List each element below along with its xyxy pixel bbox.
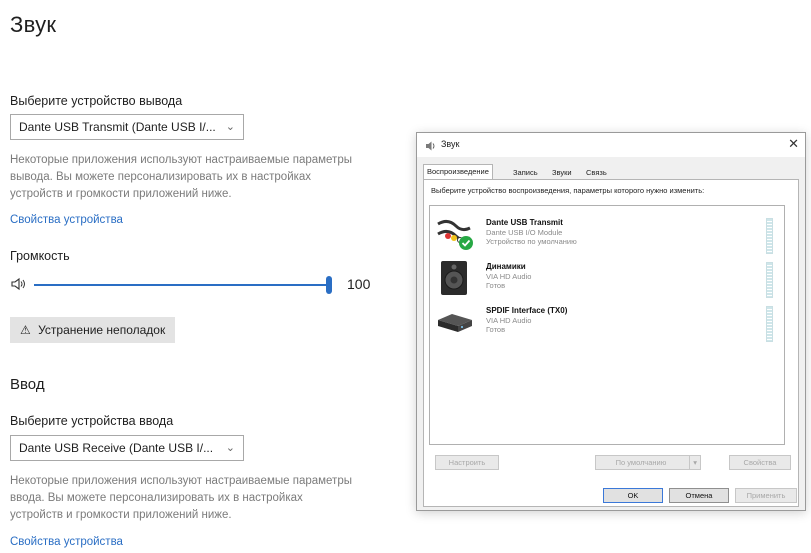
set-default-button-label: По умолчанию <box>615 458 667 467</box>
output-device-properties-link[interactable]: Свойства устройства <box>10 214 123 226</box>
chevron-down-icon: ⌄ <box>225 442 235 454</box>
input-section-title: Ввод <box>10 376 45 393</box>
output-device-value: Dante USB Transmit (Dante USB I/... <box>19 120 216 134</box>
spdif-device-icon <box>434 310 474 336</box>
volume-label: Громкость <box>10 249 70 263</box>
input-description-line: устройств и громкости приложений ниже. <box>10 509 232 521</box>
chevron-down-icon: ⌄ <box>225 121 235 133</box>
volume-slider-thumb[interactable] <box>326 276 332 294</box>
output-device-label: Выберите устройство вывода <box>10 94 183 108</box>
input-device-value: Dante USB Receive (Dante USB I/... <box>19 441 214 455</box>
volume-value: 100 <box>347 276 371 292</box>
device-name: SPDIF Interface (TX0) <box>486 306 568 315</box>
speaker-icon <box>438 260 470 296</box>
level-meter <box>766 306 773 342</box>
output-device-select[interactable]: Dante USB Transmit (Dante USB I/... ⌄ <box>10 114 244 140</box>
input-device-label: Выберите устройства ввода <box>10 414 174 428</box>
speaker-icon <box>425 139 437 151</box>
device-name: Dante USB Transmit <box>486 218 563 227</box>
properties-button[interactable]: Свойства <box>729 455 791 470</box>
page-title: Звук <box>10 12 57 37</box>
playback-device-list: Dante USB Transmit Dante USB I/O Module … <box>429 205 785 445</box>
level-meter <box>766 262 773 298</box>
close-icon[interactable]: ✕ <box>788 136 799 152</box>
volume-slider-fill <box>34 284 326 286</box>
input-description-line: Некоторые приложения используют настраив… <box>10 475 352 487</box>
level-meter <box>766 218 773 254</box>
apply-button[interactable]: Применить <box>735 488 797 503</box>
device-status: Готов <box>486 325 506 334</box>
output-description-line: устройств и громкости приложений ниже. <box>10 188 232 200</box>
tab-sounds[interactable]: Звуки <box>549 166 575 180</box>
input-device-select[interactable]: Dante USB Receive (Dante USB I/... ⌄ <box>10 435 244 461</box>
list-item[interactable]: Динамики VIA HD Audio Готов <box>434 258 774 298</box>
volume-slider[interactable] <box>34 276 332 294</box>
input-description-line: ввода. Вы можете персонализировать их в … <box>10 492 303 504</box>
configure-button[interactable]: Настроить <box>435 455 499 470</box>
device-status: Устройство по умолчанию <box>486 237 577 246</box>
device-driver: VIA HD Audio <box>486 316 532 325</box>
warning-icon: ⚠ <box>20 323 31 337</box>
dialog-title: Звук <box>441 139 460 149</box>
output-description: Некоторые приложения используют настраив… <box>10 152 352 203</box>
troubleshoot-button-label: Устранение неполадок <box>38 323 166 337</box>
dialog-instruction: Выберите устройство воспроизведения, пар… <box>431 186 705 195</box>
input-description: Некоторые приложения используют настраив… <box>10 473 352 524</box>
output-description-line: вывода. Вы можете персонализировать их в… <box>10 171 312 183</box>
device-status: Готов <box>486 281 506 290</box>
input-device-properties-link[interactable]: Свойства устройства <box>10 536 123 548</box>
device-name: Динамики <box>486 262 526 271</box>
device-driver: Dante USB I/O Module <box>486 228 563 237</box>
tab-recording[interactable]: Запись <box>510 166 541 180</box>
dante-cable-icon <box>434 214 474 252</box>
device-driver: VIA HD Audio <box>486 272 532 281</box>
sound-dialog: Звук ✕ Воспроизведение Запись Звуки Связ… <box>416 132 806 511</box>
set-default-button[interactable]: По умолчанию ▾ <box>595 455 701 470</box>
output-description-line: Некоторые приложения используют настраив… <box>10 154 352 166</box>
list-item[interactable]: SPDIF Interface (TX0) VIA HD Audio Готов <box>434 302 774 342</box>
ok-button[interactable]: OK <box>603 488 663 503</box>
troubleshoot-button[interactable]: ⚠ Устранение неполадок <box>10 317 176 343</box>
dialog-titlebar <box>417 133 805 157</box>
speaker-volume-icon[interactable] <box>10 276 28 292</box>
list-item[interactable]: Dante USB Transmit Dante USB I/O Module … <box>434 214 774 254</box>
cancel-button[interactable]: Отмена <box>669 488 729 503</box>
tab-communications[interactable]: Связь <box>583 166 610 180</box>
chevron-down-icon: ▾ <box>689 456 697 469</box>
